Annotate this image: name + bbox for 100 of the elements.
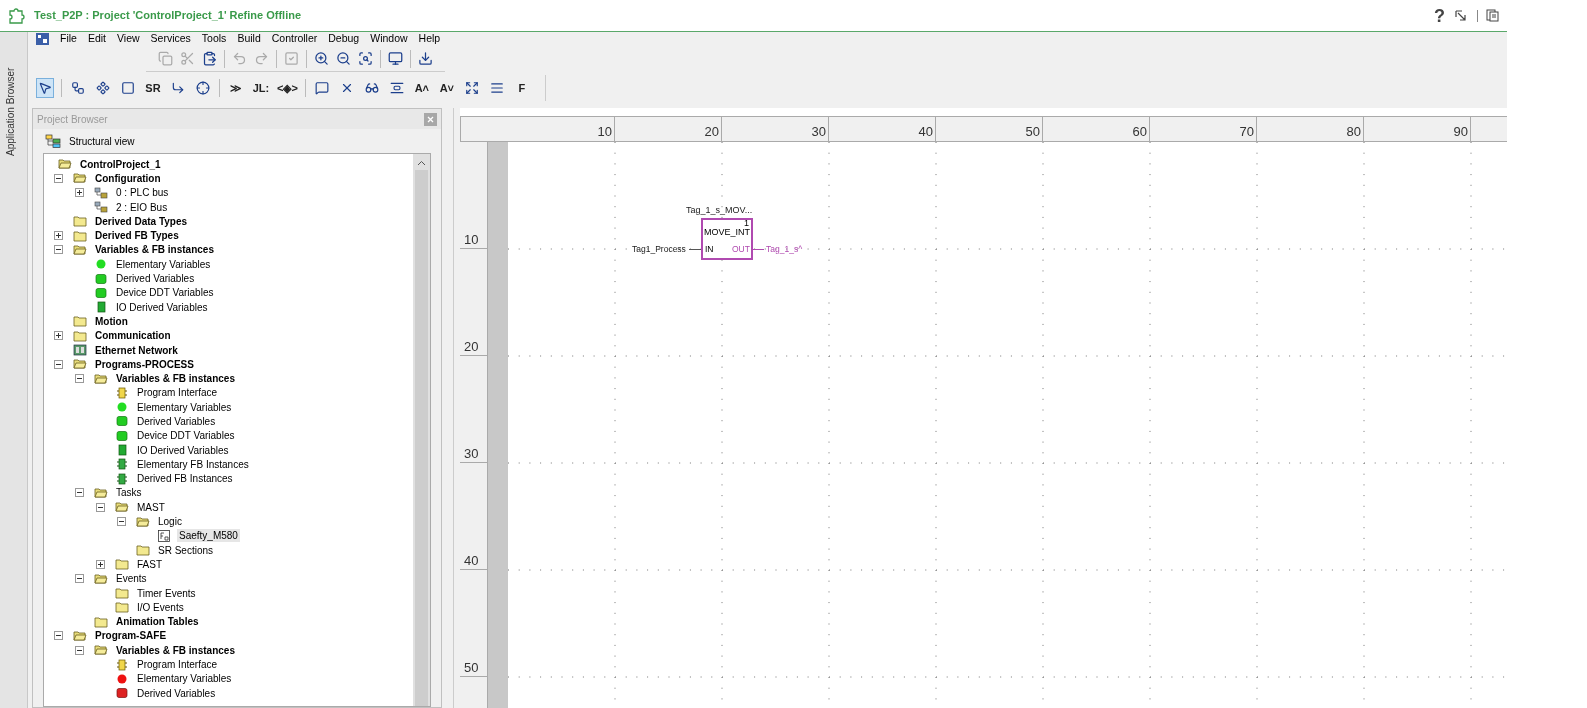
interface-icon bbox=[115, 386, 129, 399]
tree-item[interactable]: Programs-PROCESS bbox=[93, 357, 196, 371]
toolbar-button[interactable]: A˅ bbox=[437, 78, 456, 98]
collapse-icon[interactable] bbox=[75, 645, 84, 655]
toolbar-button[interactable]: ≫ bbox=[227, 78, 245, 98]
view-selector[interactable]: Structural view bbox=[69, 133, 135, 149]
rack-icon bbox=[94, 201, 108, 214]
tree-item[interactable]: Ethernet Network bbox=[93, 343, 180, 357]
tree-item[interactable]: Derived Variables bbox=[114, 272, 197, 285]
toolbar-button[interactable]: SR bbox=[144, 78, 162, 98]
open-folder-icon bbox=[136, 515, 150, 528]
menu-item[interactable]: Controller bbox=[271, 31, 318, 47]
window-icon[interactable] bbox=[1486, 9, 1499, 22]
menu-item[interactable]: File bbox=[60, 31, 77, 47]
block-type: MOVE_INT bbox=[704, 227, 750, 237]
menu-item[interactable]: Build bbox=[237, 31, 261, 47]
comment-icon bbox=[314, 81, 329, 95]
menu-item[interactable]: Help bbox=[418, 31, 441, 47]
tree-item[interactable]: Derived FB Instances bbox=[135, 472, 235, 486]
tree-item[interactable]: I/O Events bbox=[135, 600, 186, 614]
tree-item[interactable]: Device DDT Variables bbox=[135, 429, 237, 443]
dot-icon bbox=[94, 258, 108, 271]
help-button[interactable]: ? bbox=[1434, 6, 1445, 25]
tree-item[interactable]: Variables & FB instances bbox=[93, 243, 216, 257]
tree-item[interactable]: Device DDT Variables bbox=[114, 286, 216, 300]
tree-item[interactable]: Derived Variables bbox=[135, 415, 218, 428]
tree-item[interactable]: Logic bbox=[156, 515, 184, 529]
tree-item[interactable]: Communication bbox=[93, 329, 173, 343]
collapse-icon[interactable] bbox=[75, 574, 84, 584]
folder-icon bbox=[73, 229, 87, 242]
toolbar-button[interactable]: F bbox=[512, 78, 531, 98]
side-panel-tab[interactable]: Application Browser bbox=[0, 32, 28, 708]
toolbar-button[interactable]: <◈> bbox=[277, 78, 298, 98]
tree-item[interactable]: Program-SAFE bbox=[93, 629, 169, 643]
collapse-icon[interactable] bbox=[75, 488, 84, 498]
monitor-icon[interactable] bbox=[388, 51, 403, 66]
scroll-up-icon[interactable] bbox=[417, 160, 426, 166]
output-variable: Tag_1_s^ bbox=[766, 244, 803, 254]
zoom-out-icon[interactable] bbox=[336, 51, 351, 66]
tree-item[interactable]: IO Derived Variables bbox=[114, 300, 210, 314]
expand-icon[interactable] bbox=[54, 331, 63, 341]
tree-item[interactable]: ControlProject_1 bbox=[78, 157, 163, 171]
menu-item[interactable]: Services bbox=[150, 31, 191, 47]
menu-item[interactable]: View bbox=[117, 31, 140, 47]
tree-item[interactable]: Configuration bbox=[93, 171, 163, 185]
scrollbar[interactable] bbox=[413, 154, 430, 706]
collapse-icon[interactable] bbox=[54, 631, 63, 641]
collapse-icon[interactable] bbox=[54, 173, 63, 183]
collapse-icon[interactable] bbox=[96, 502, 105, 512]
tree-item[interactable]: Timer Events bbox=[135, 586, 198, 600]
network-icon bbox=[73, 344, 87, 356]
open-folder-icon bbox=[73, 172, 87, 185]
pointer-button[interactable] bbox=[36, 78, 54, 98]
folder-icon bbox=[115, 587, 129, 600]
menu-item[interactable]: Window bbox=[370, 31, 408, 47]
tree-item[interactable]: Saefty_M580 bbox=[177, 529, 240, 543]
collapse-icon[interactable] bbox=[117, 517, 126, 527]
collapse-icon[interactable] bbox=[75, 374, 84, 384]
toolbar-button[interactable]: A˄ bbox=[412, 78, 431, 98]
collapse-icon[interactable] bbox=[54, 245, 63, 255]
open-folder-icon bbox=[94, 572, 108, 585]
tree-item[interactable]: Derived Data Types bbox=[93, 214, 190, 228]
toolbar-button[interactable]: JL: bbox=[252, 78, 270, 98]
block-icon bbox=[115, 415, 129, 428]
tree-item[interactable]: Elementary Variables bbox=[114, 257, 213, 271]
tree-item[interactable]: SR Sections bbox=[156, 543, 216, 557]
tree-item[interactable]: MAST bbox=[135, 500, 167, 514]
restore-icon[interactable] bbox=[1455, 9, 1467, 22]
open-folder-icon bbox=[94, 644, 108, 657]
function-block[interactable] bbox=[701, 218, 753, 260]
tree-item[interactable]: Variables & FB instances bbox=[114, 643, 237, 657]
tree-item[interactable]: Program Interface bbox=[135, 386, 220, 400]
expand-icon[interactable] bbox=[96, 559, 105, 569]
tree-item[interactable]: Elementary Variables bbox=[135, 400, 234, 414]
export-icon[interactable] bbox=[418, 51, 433, 66]
tree-item[interactable]: 0 : PLC bus bbox=[114, 186, 171, 200]
folder-icon bbox=[136, 544, 150, 557]
tree-item[interactable]: Animation Tables bbox=[114, 615, 201, 629]
tree-item[interactable]: Tasks bbox=[114, 486, 144, 500]
expand-icon[interactable] bbox=[75, 188, 84, 198]
tree-item[interactable]: Program Interface bbox=[135, 658, 220, 672]
tree-item[interactable]: Elementary Variables bbox=[135, 672, 234, 686]
tree-item[interactable]: IO Derived Variables bbox=[135, 443, 231, 457]
expand-icon[interactable] bbox=[54, 231, 63, 241]
tree-item[interactable]: Derived FB Types bbox=[93, 229, 181, 243]
menu-item[interactable]: Tools bbox=[201, 31, 227, 47]
tree-item[interactable]: Motion bbox=[93, 314, 130, 328]
paste-icon[interactable] bbox=[202, 51, 217, 66]
zoom-fit-icon[interactable] bbox=[358, 51, 373, 66]
ruler-label: 10 bbox=[464, 232, 479, 248]
tree-item[interactable]: Derived Variables bbox=[135, 686, 218, 700]
menu-item[interactable]: Edit bbox=[87, 31, 106, 47]
tree-item[interactable]: Elementary FB Instances bbox=[135, 457, 251, 471]
zoom-in-icon[interactable] bbox=[314, 51, 329, 66]
menu-item[interactable]: Debug bbox=[328, 31, 360, 47]
tree-item[interactable]: Variables & FB instances bbox=[114, 372, 237, 386]
tree-item[interactable]: 2 : EIO Bus bbox=[114, 200, 170, 214]
collapse-icon[interactable] bbox=[54, 359, 63, 369]
tree-item[interactable]: FAST bbox=[135, 557, 164, 571]
tree-item[interactable]: Events bbox=[114, 572, 149, 586]
